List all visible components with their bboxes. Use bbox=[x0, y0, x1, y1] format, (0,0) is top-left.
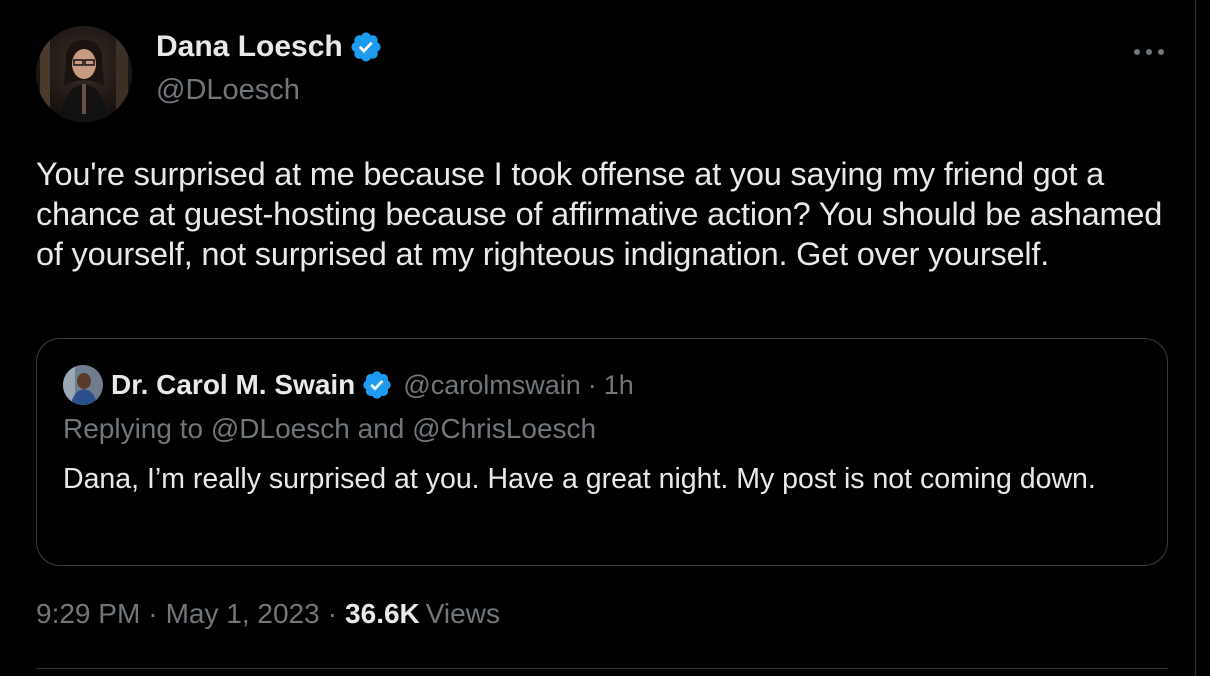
tweet-time[interactable]: 9:29 PM bbox=[36, 598, 140, 630]
more-options-icon[interactable] bbox=[1128, 38, 1172, 66]
verified-badge-icon[interactable] bbox=[349, 30, 383, 64]
quoted-author-name[interactable]: Dr. Carol M. Swain bbox=[111, 369, 355, 401]
column-border bbox=[1195, 0, 1196, 676]
quoted-verified-badge-icon bbox=[361, 369, 393, 401]
quoted-tweet-text: Dana, I’m really surprised at you. Have … bbox=[63, 463, 1096, 495]
meta-separator: · bbox=[327, 598, 338, 629]
tweet-date[interactable]: May 1, 2023 bbox=[166, 598, 320, 630]
tweet-meta: 9:29 PM · May 1, 2023 · 36.6K Views bbox=[36, 598, 500, 630]
quoted-tweet-header: Dr. Carol M. Swain @carolmswain · 1h bbox=[63, 365, 634, 405]
quoted-author-avatar[interactable] bbox=[63, 365, 103, 405]
quoted-replying-to: Replying to @DLoesch and @ChrisLoesch bbox=[63, 413, 597, 444]
divider bbox=[36, 668, 1168, 669]
quoted-timestamp[interactable]: 1h bbox=[604, 370, 634, 401]
views-count[interactable]: 36.6K bbox=[345, 598, 420, 630]
meta-separator: · bbox=[148, 598, 158, 629]
quoted-tweet[interactable]: Dr. Carol M. Swain @carolmswain · 1h Rep… bbox=[36, 338, 1168, 566]
tweet-card: Dana Loesch @DLoesch You're surprised at… bbox=[0, 0, 1210, 676]
quoted-separator: · bbox=[587, 369, 597, 400]
views-label[interactable]: Views bbox=[426, 598, 500, 630]
author-avatar[interactable] bbox=[36, 26, 132, 122]
quoted-author-handle[interactable]: @carolmswain bbox=[403, 370, 580, 401]
author-name-text[interactable]: Dana Loesch bbox=[156, 30, 343, 64]
author-name[interactable]: Dana Loesch bbox=[156, 30, 383, 64]
tweet-text: You're surprised at me because I took of… bbox=[36, 156, 1163, 272]
author-handle[interactable]: @DLoesch bbox=[156, 74, 300, 107]
